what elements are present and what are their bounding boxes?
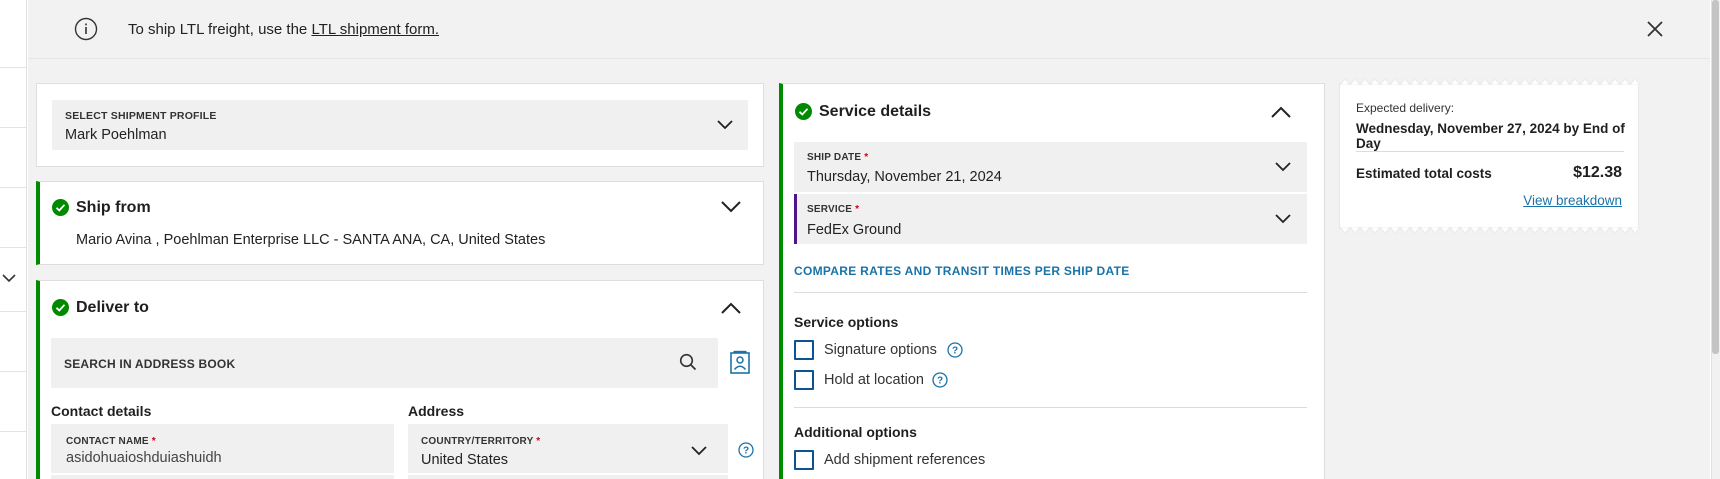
country-label: COUNTRY/TERRITORY * [421,436,540,447]
required-marker: * [864,152,869,163]
total-cost-label: Estimated total costs [1356,166,1492,181]
field-separator [408,473,728,475]
shipment-profile-card: SELECT SHIPMENT PROFILE Mark Poehlman [36,83,764,167]
search-placeholder: SEARCH IN ADDRESS BOOK [64,357,236,371]
scrollbar[interactable] [1711,0,1720,479]
ship-date-label-text: SHIP DATE [807,152,862,163]
ship-from-card: Ship from Mario Avina , Poehlman Enterpr… [36,181,764,265]
shipment-profile-select[interactable]: SELECT SHIPMENT PROFILE Mark Poehlman [52,100,748,150]
service-label-text: SERVICE [807,204,853,215]
left-rail [0,0,27,479]
contact-name-label: CONTACT NAME * [66,436,156,447]
country-select[interactable]: COUNTRY/TERRITORY * United States [408,424,728,479]
address-book-icon[interactable] [729,350,751,375]
help-icon[interactable]: ? [738,442,754,458]
profile-value: Mark Poehlman [65,127,167,143]
svg-text:?: ? [937,376,943,387]
divider [794,292,1307,293]
ship-from-address: Mario Avina , Poehlman Enterprise LLC - … [76,232,546,248]
chevron-down-icon[interactable] [720,200,742,214]
service-value: FedEx Ground [807,222,902,238]
address-book-search-input[interactable]: SEARCH IN ADDRESS BOOK [51,338,718,388]
rail-divider [0,187,26,188]
add-shipment-references-label: Add shipment references [824,452,986,468]
zigzag-edge [1340,79,1640,85]
search-icon[interactable] [679,353,697,371]
additional-options-heading: Additional options [794,424,917,440]
expected-delivery-value: Wednesday, November 27, 2024 by End of D… [1356,121,1625,151]
info-icon [74,17,98,41]
contact-name-label-text: CONTACT NAME [66,436,149,447]
zigzag-edge [1340,227,1640,233]
close-icon[interactable] [1646,20,1664,38]
required-marker: * [151,436,156,447]
ship-date-value: Thursday, November 21, 2024 [807,169,1002,185]
rail-divider [0,67,26,68]
chevron-down-icon[interactable] [2,271,16,285]
divider [794,407,1307,408]
chevron-up-icon[interactable] [1270,105,1292,119]
ltl-form-link[interactable]: LTL shipment form. [311,21,439,38]
banner-message: To ship LTL freight, use the LTL shipmen… [128,21,439,38]
required-marker: * [855,204,860,215]
contact-details-heading: Contact details [51,403,152,419]
total-cost-value: $12.38 [1573,164,1622,181]
service-options-heading: Service options [794,314,899,330]
svg-text:?: ? [952,346,958,357]
check-circle-icon [52,299,69,316]
signature-options-label: Signature options [824,342,937,358]
help-icon[interactable]: ? [932,372,948,388]
chevron-up-icon[interactable] [720,301,742,315]
add-shipment-references-checkbox[interactable] [794,450,814,470]
required-marker: * [536,436,541,447]
hold-at-location-checkbox[interactable] [794,370,814,390]
ship-date-select[interactable]: SHIP DATE * Thursday, November 21, 2024 [794,142,1307,192]
rail-divider [0,371,26,372]
help-icon[interactable]: ? [947,342,963,358]
ship-date-label: SHIP DATE * [807,152,868,163]
ship-from-title: Ship from [76,199,151,216]
banner-message-text: To ship LTL freight, use the [128,21,312,38]
deliver-to-card: Deliver to SEARCH IN ADDRESS BOOK Contac… [36,280,764,479]
view-breakdown-link[interactable]: View breakdown [1523,193,1622,208]
rail-divider [0,127,26,128]
field-separator [51,473,394,475]
rail-divider [0,311,26,312]
chevron-down-icon [1275,214,1291,224]
hold-at-location-label: Hold at location [824,372,924,388]
main-area: To ship LTL freight, use the LTL shipmen… [28,0,1710,479]
chevron-down-icon [717,120,733,130]
rail-divider [0,247,26,248]
divider [1356,151,1624,152]
country-value: United States [421,452,509,468]
signature-options-checkbox[interactable] [794,340,814,360]
contact-name-field[interactable]: CONTACT NAME * asidohuaioshduiashuidh [51,424,394,479]
deliver-to-title: Deliver to [76,299,149,316]
compare-rates-link[interactable]: COMPARE RATES AND TRANSIT TIMES PER SHIP… [794,264,1130,278]
scrollbar-thumb[interactable] [1712,0,1719,354]
service-select[interactable]: SERVICE * FedEx Ground [794,194,1307,244]
service-details-card: Service details SHIP DATE * Thursday, No… [779,83,1325,479]
country-label-text: COUNTRY/TERRITORY [421,436,534,447]
service-details-title: Service details [819,103,932,120]
chevron-down-icon [691,446,707,456]
delivery-summary: Expected delivery: Wednesday, November 2… [1339,79,1640,233]
address-heading: Address [408,403,465,419]
contact-name-value: asidohuaioshduiashuidh [66,450,222,466]
profile-label: SELECT SHIPMENT PROFILE [65,110,217,122]
check-circle-icon [795,103,812,120]
chevron-down-icon [1275,162,1291,172]
svg-text:?: ? [743,446,749,457]
rail-divider [0,431,26,432]
service-label: SERVICE * [807,204,859,215]
info-banner: To ship LTL freight, use the LTL shipmen… [28,0,1710,59]
check-circle-icon [52,199,69,216]
expected-delivery-label: Expected delivery: [1356,101,1455,115]
